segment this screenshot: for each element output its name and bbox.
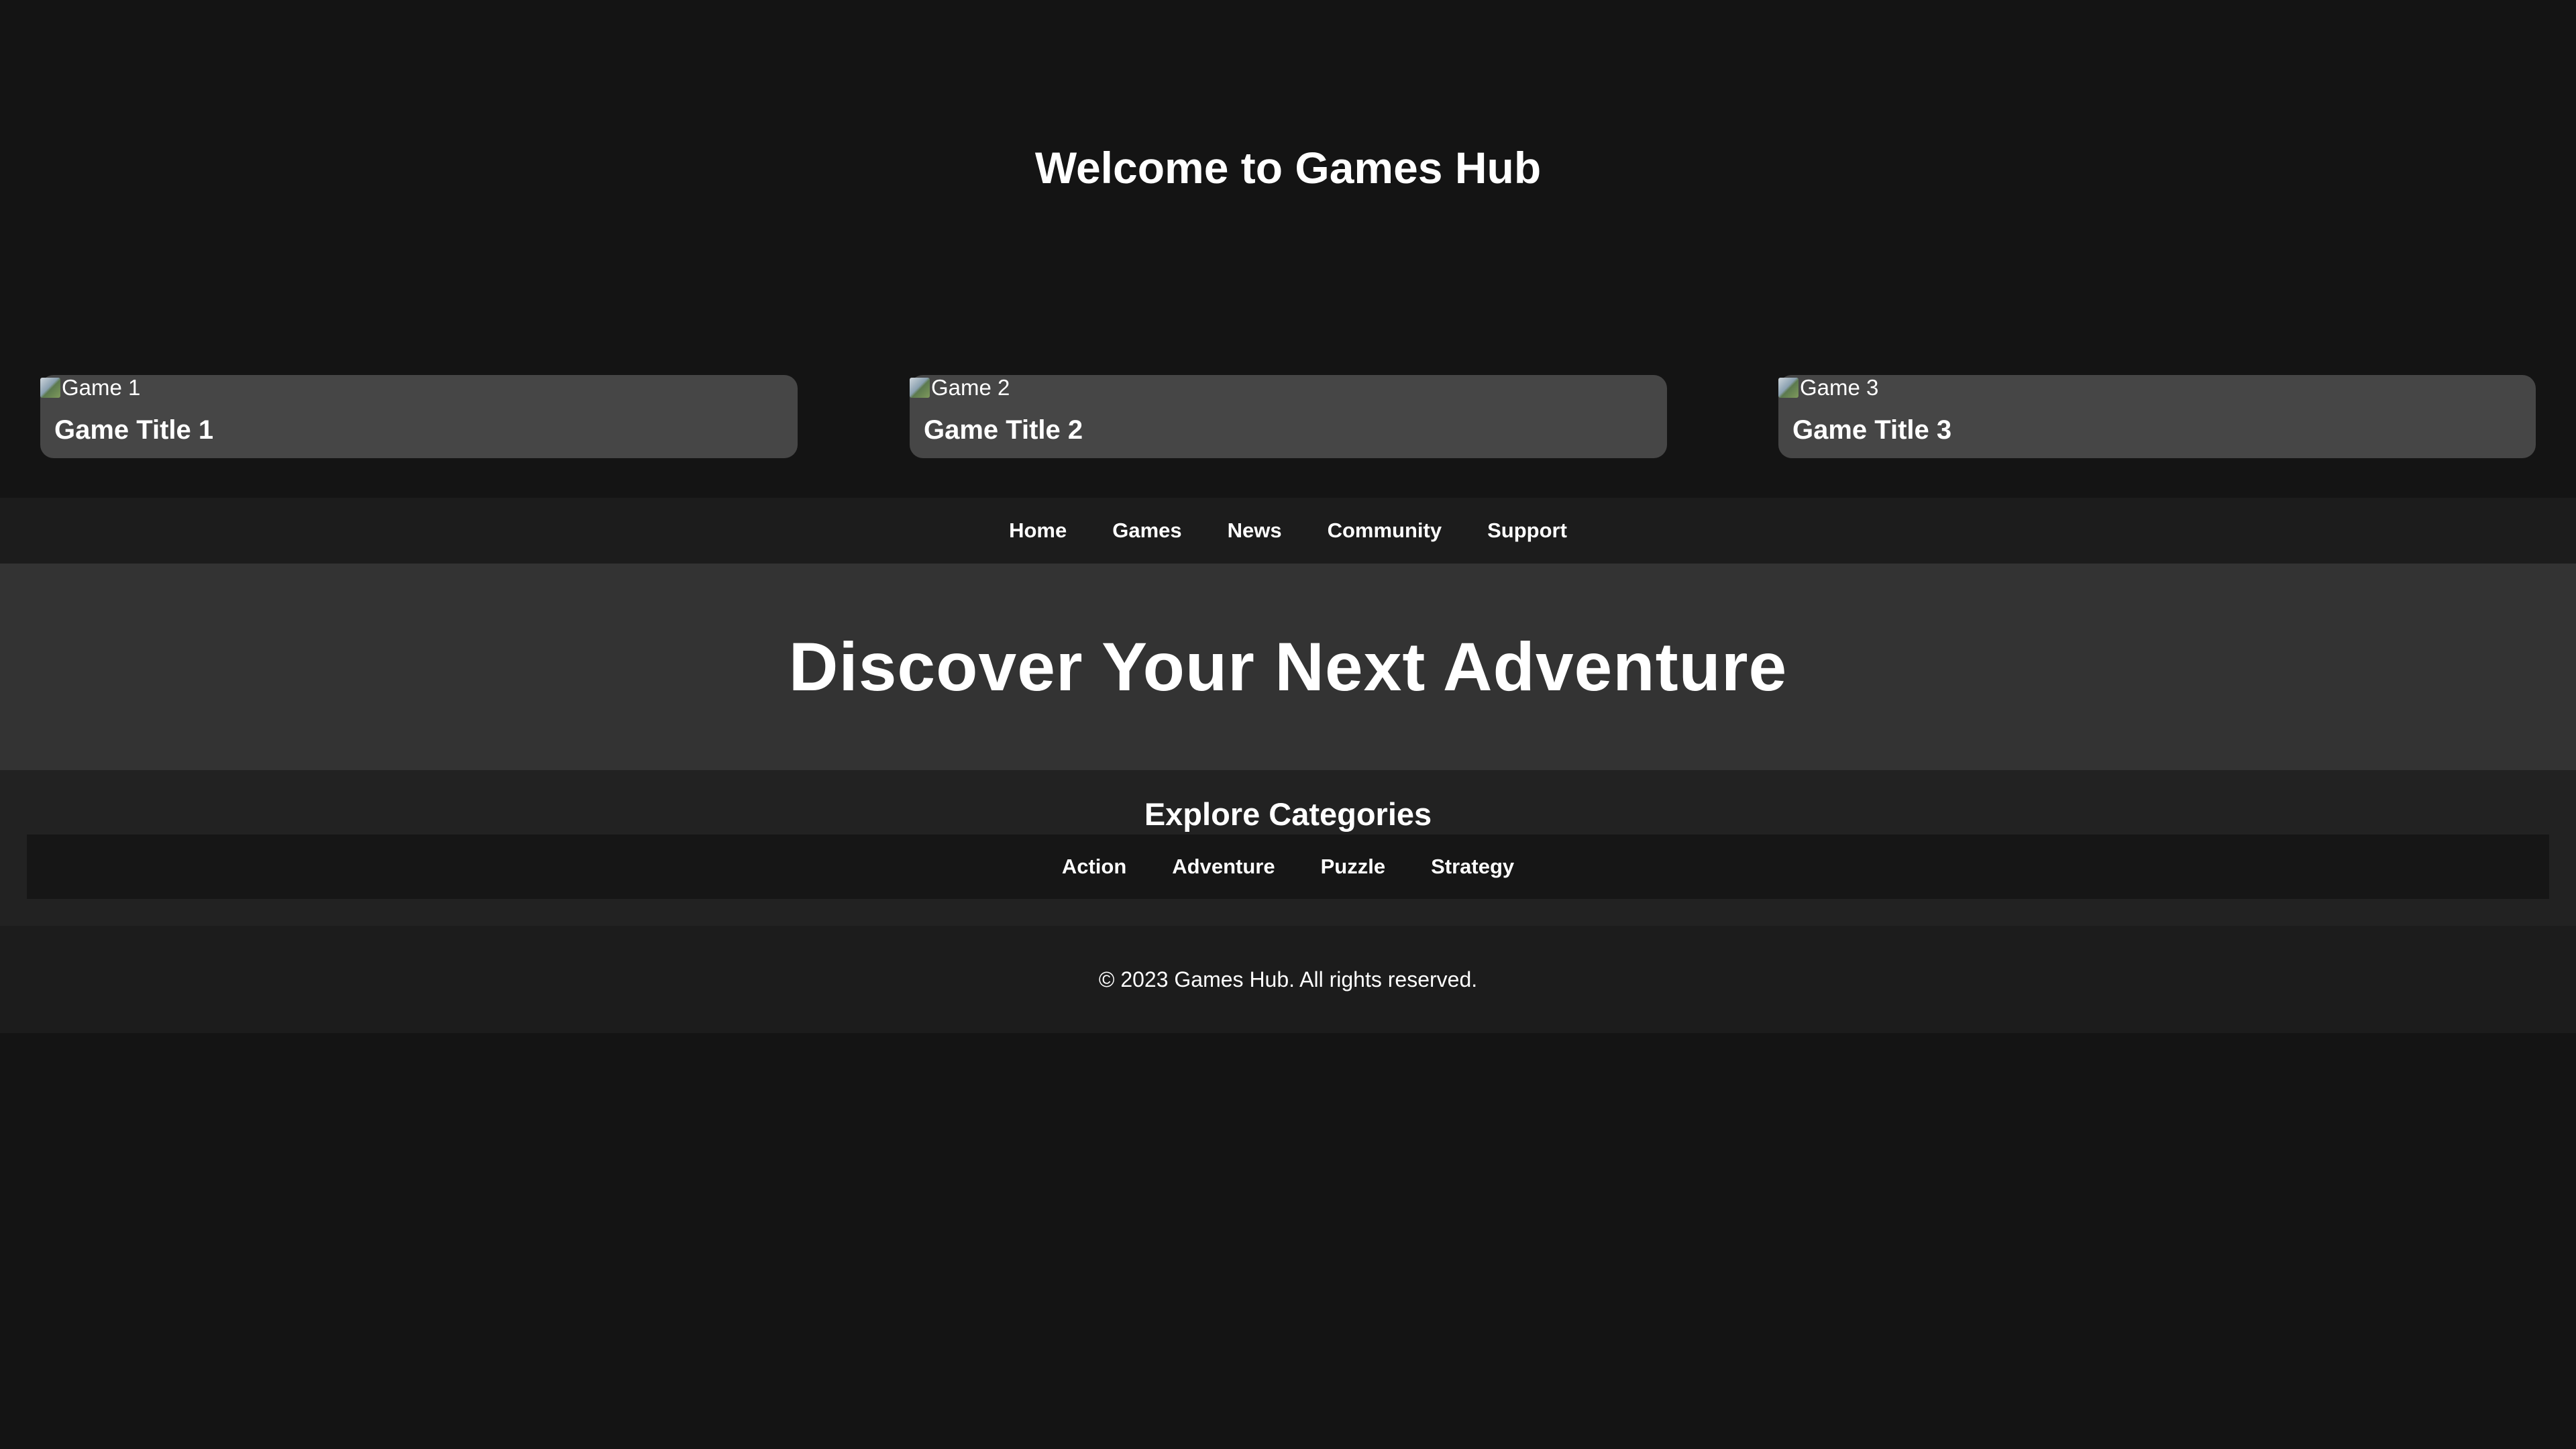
nav-item-community[interactable]: Community <box>1328 519 1442 543</box>
game-card-2[interactable]: Game 2 Game Title 2 <box>910 375 1667 458</box>
nav-item-games[interactable]: Games <box>1112 519 1181 543</box>
game-image-2[interactable]: Game 2 <box>910 375 1010 400</box>
nav-item-support[interactable]: Support <box>1487 519 1567 543</box>
game-card-3[interactable]: Game 3 Game Title 3 <box>1778 375 2536 458</box>
hero-title: Discover Your Next Adventure <box>788 628 1788 705</box>
game-title-2[interactable]: Game Title 2 <box>924 414 1083 446</box>
nav-item-home[interactable]: Home <box>1009 519 1067 543</box>
game-image-alt-2: Game 2 <box>931 375 1010 400</box>
page-title: Welcome to Games Hub <box>1034 143 1542 193</box>
hero-banner: Discover Your Next Adventure <box>0 564 2576 770</box>
broken-image-icon <box>1778 378 1799 398</box>
categories-heading: Explore Categories <box>1144 796 1432 832</box>
categories-section: Explore Categories Action Adventure Puzz… <box>0 770 2576 926</box>
category-item-action[interactable]: Action <box>1062 855 1126 879</box>
game-image-1[interactable]: Game 1 <box>40 375 140 400</box>
game-title-1[interactable]: Game Title 1 <box>54 414 213 446</box>
main-nav: Home Games News Community Support <box>0 498 2576 564</box>
categories-bar: Action Adventure Puzzle Strategy <box>27 835 2549 899</box>
category-item-adventure[interactable]: Adventure <box>1172 855 1275 879</box>
game-title-3[interactable]: Game Title 3 <box>1792 414 1951 446</box>
broken-image-icon <box>40 378 60 398</box>
welcome-header: Welcome to Games Hub <box>0 0 2576 335</box>
nav-item-news[interactable]: News <box>1228 519 1282 543</box>
game-image-3[interactable]: Game 3 <box>1778 375 1878 400</box>
game-image-alt-1: Game 1 <box>62 375 141 400</box>
category-item-strategy[interactable]: Strategy <box>1431 855 1514 879</box>
game-card-1[interactable]: Game 1 Game Title 1 <box>40 375 798 458</box>
footer: © 2023 Games Hub. All rights reserved. <box>0 926 2576 1033</box>
footer-copyright: © 2023 Games Hub. All rights reserved. <box>1098 967 1478 991</box>
category-item-puzzle[interactable]: Puzzle <box>1321 855 1385 879</box>
game-image-alt-3: Game 3 <box>1800 375 1879 400</box>
broken-image-icon <box>910 378 930 398</box>
